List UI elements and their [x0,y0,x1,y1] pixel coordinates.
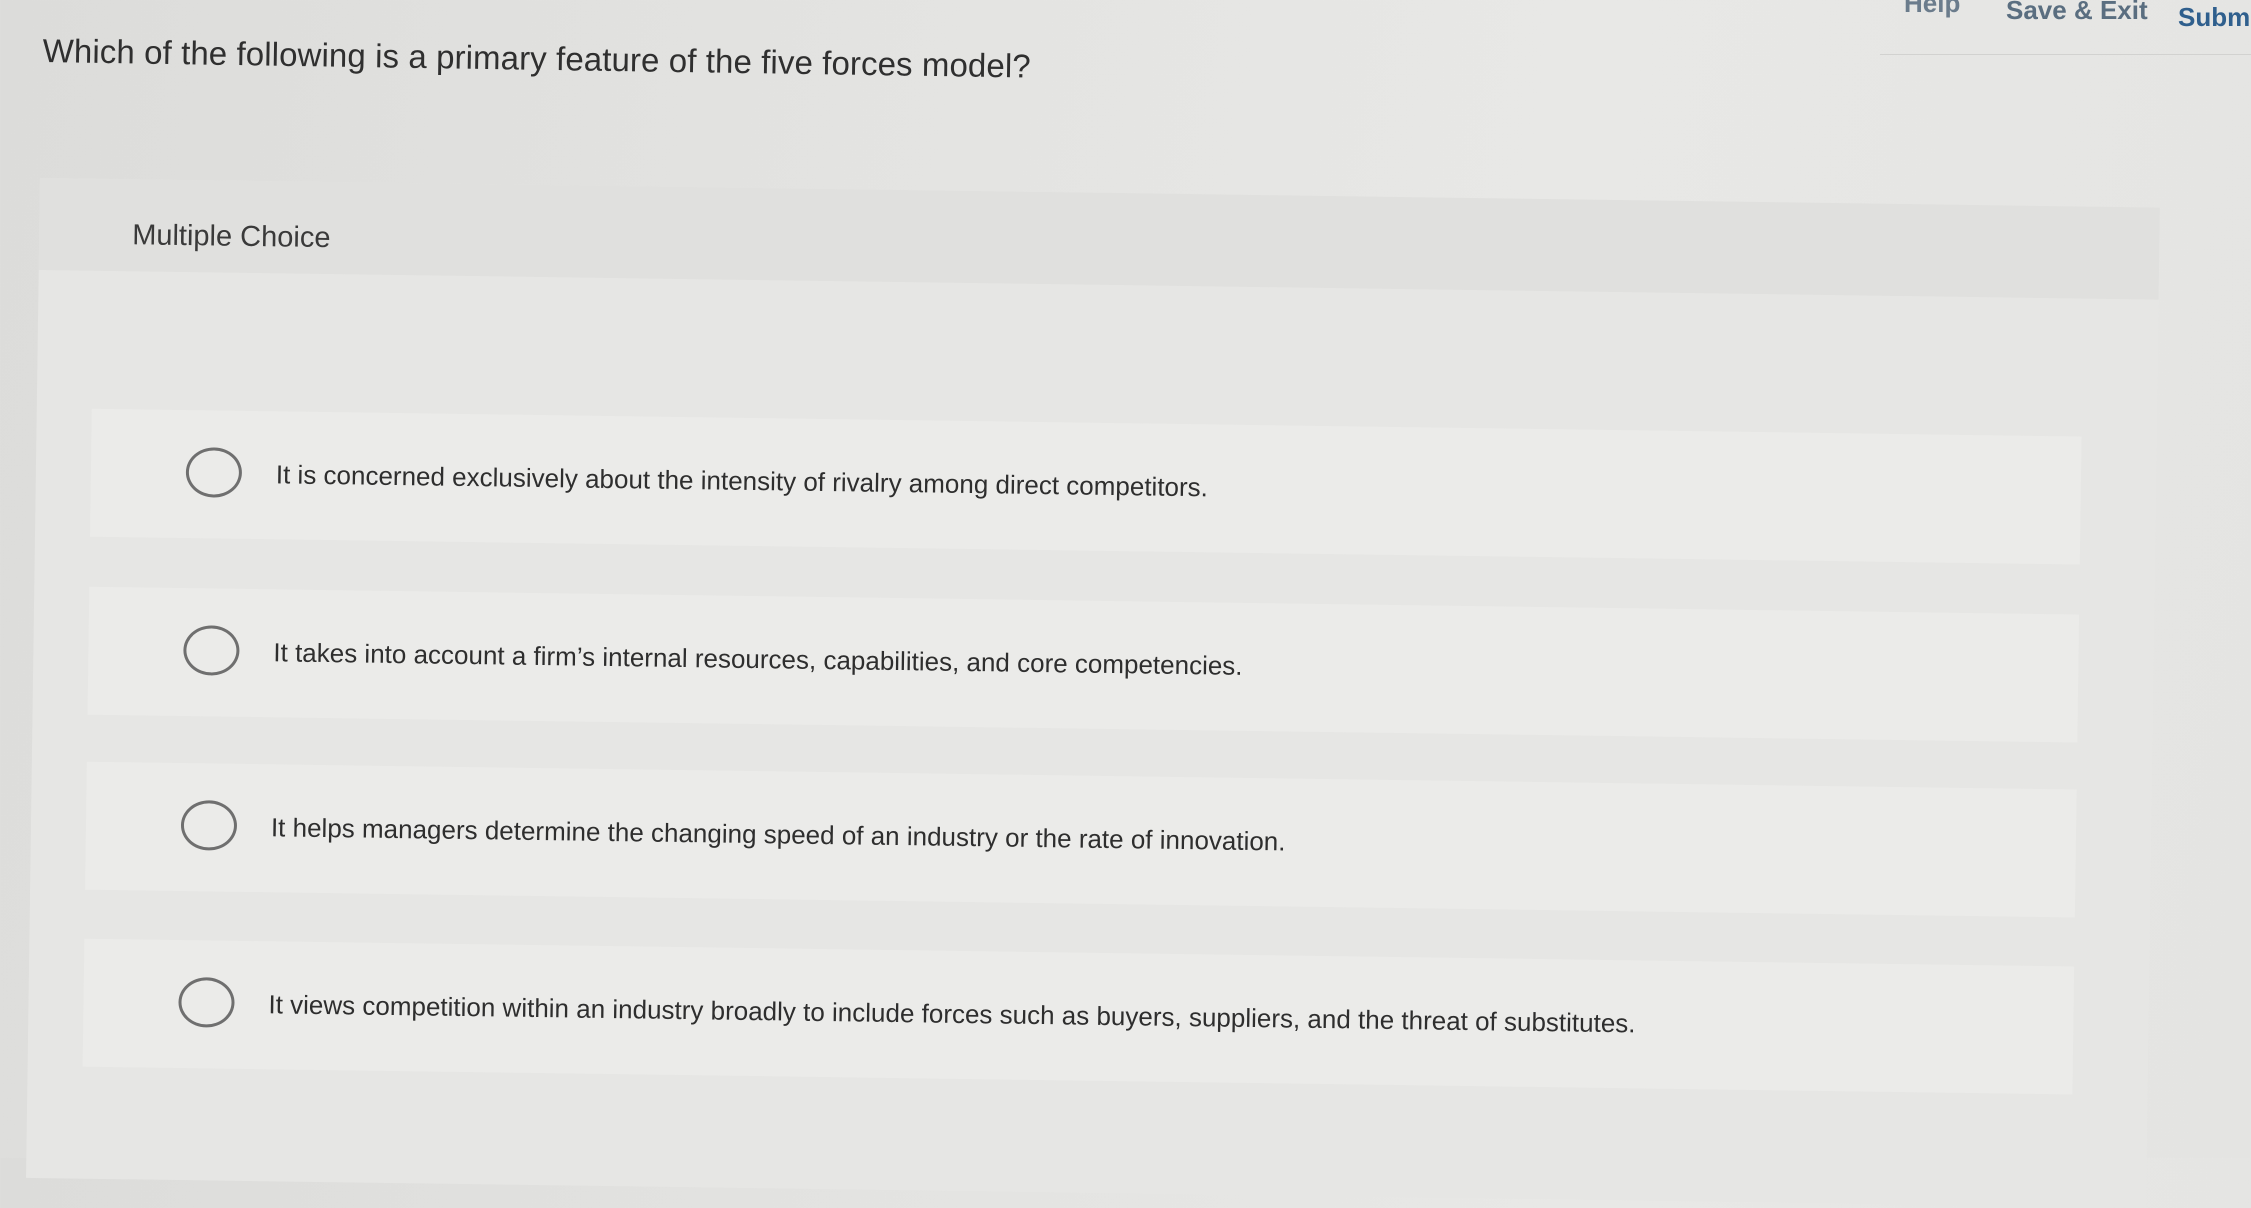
answer-option-3[interactable]: It helps managers determine the changing… [85,761,2077,918]
answer-option-label: It views competition within an industry … [268,989,1636,1039]
radio-unselected-icon[interactable] [180,800,238,851]
top-navigation: Help Save & Exit Submit [0,0,2251,55]
answer-panel: Multiple Choice It is concerned exclusiv… [26,178,2160,1208]
answer-option-label: It helps managers determine the changing… [270,812,1286,857]
answer-option-4[interactable]: It views competition within an industry … [82,938,2075,1095]
help-link[interactable]: Help [1904,0,1960,16]
header-divider [1880,54,2251,55]
radio-unselected-icon[interactable] [185,447,243,498]
radio-unselected-icon[interactable] [178,977,235,1028]
question-prompt: Which of the following is a primary feat… [42,32,1032,85]
answer-option-2[interactable]: It takes into account a firm’s internal … [87,586,2080,743]
answer-option-1[interactable]: It is concerned exclusively about the in… [89,408,2082,565]
answer-option-label: It takes into account a firm’s internal … [273,637,1243,681]
question-type-label: Multiple Choice [131,219,331,255]
submit-link[interactable]: Submit [2178,4,2251,30]
radio-unselected-icon[interactable] [183,625,240,676]
save-exit-link[interactable]: Save & Exit [2006,0,2148,23]
answer-option-label: It is concerned exclusively about the in… [275,459,1209,503]
question-type-header: Multiple Choice [38,178,2160,300]
